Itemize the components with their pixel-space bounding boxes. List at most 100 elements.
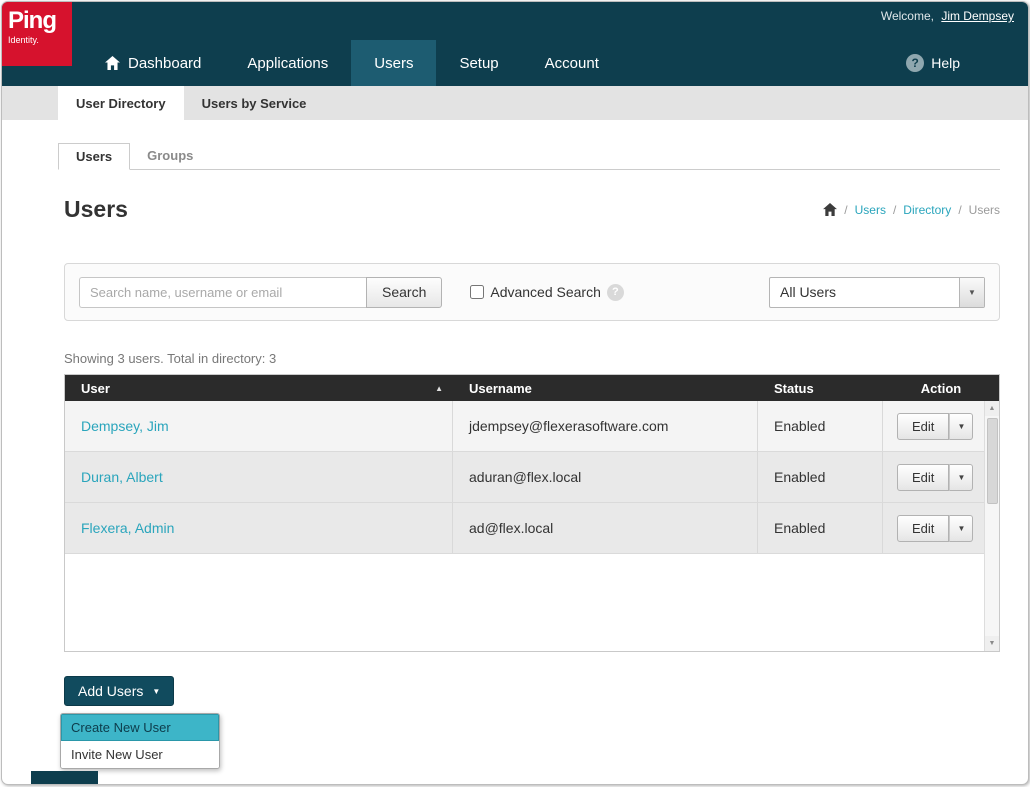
subtab-users-label: Users bbox=[76, 149, 112, 164]
column-header-username[interactable]: Username bbox=[453, 381, 758, 396]
edit-button-group: Edit ▼ bbox=[897, 515, 973, 542]
help-label: Help bbox=[931, 55, 960, 71]
breadcrumb-separator: / bbox=[893, 203, 896, 217]
username-cell: aduran@flex.local bbox=[453, 452, 758, 502]
action-cell: Edit ▼ bbox=[883, 452, 984, 502]
subtab-groups-label: Groups bbox=[147, 148, 193, 163]
action-cell: Edit ▼ bbox=[883, 401, 984, 451]
brand-name: Ping bbox=[8, 9, 66, 33]
advanced-search-label: Advanced Search bbox=[490, 284, 601, 300]
table-body: Dempsey, Jim jdempsey@flexerasoftware.co… bbox=[65, 401, 999, 651]
add-users-button[interactable]: Add Users ▼ bbox=[64, 676, 174, 706]
nav-dashboard[interactable]: Dashboard bbox=[82, 40, 224, 86]
tab-user-directory-label: User Directory bbox=[76, 96, 166, 111]
help-icon: ? bbox=[906, 54, 924, 72]
add-users-label: Add Users bbox=[78, 683, 143, 699]
user-scope-select[interactable]: All Users ▼ bbox=[769, 277, 985, 308]
primary-tab-bar: User Directory Users by Service bbox=[2, 86, 1028, 120]
table-row: Dempsey, Jim jdempsey@flexerasoftware.co… bbox=[65, 401, 984, 452]
status-cell: Enabled bbox=[758, 503, 883, 553]
users-table: User ▲ Username Status Action Dempsey, J… bbox=[64, 374, 1000, 652]
breadcrumb-separator: / bbox=[844, 203, 847, 217]
page-title: Users bbox=[64, 196, 128, 223]
edit-button-group: Edit ▼ bbox=[897, 413, 973, 440]
search-input[interactable] bbox=[79, 277, 366, 308]
secondary-tab-bar: Users Groups bbox=[58, 142, 1000, 170]
user-cell: Flexera, Admin bbox=[65, 503, 453, 553]
app-window: Ping Identity. Welcome, Jim Dempsey Dash… bbox=[1, 1, 1029, 785]
edit-button[interactable]: Edit bbox=[897, 464, 949, 491]
user-name-link[interactable]: Duran, Albert bbox=[81, 469, 163, 485]
search-button[interactable]: Search bbox=[366, 277, 442, 308]
nav-account[interactable]: Account bbox=[522, 40, 622, 86]
status-cell: Enabled bbox=[758, 401, 883, 451]
table-header-row: User ▲ Username Status Action bbox=[65, 375, 999, 401]
subtab-users[interactable]: Users bbox=[58, 143, 130, 170]
table-scrollbar[interactable]: ▲ ▼ bbox=[984, 401, 999, 651]
tab-users-by-service[interactable]: Users by Service bbox=[184, 86, 325, 120]
user-name-link[interactable]: Dempsey, Jim bbox=[81, 418, 169, 434]
help-button[interactable]: ? Help bbox=[906, 40, 960, 86]
search-panel: Search Advanced Search ? All Users ▼ bbox=[64, 263, 1000, 321]
column-header-user[interactable]: User ▲ bbox=[65, 381, 453, 396]
scrollbar-up-arrow[interactable]: ▲ bbox=[985, 401, 999, 416]
nav-setup[interactable]: Setup bbox=[436, 40, 521, 86]
column-header-user-label: User bbox=[81, 381, 110, 396]
add-users-area: Add Users ▼ Create New User Invite New U… bbox=[64, 676, 1000, 785]
current-user-link[interactable]: Jim Dempsey bbox=[941, 9, 1014, 23]
edit-button-group: Edit ▼ bbox=[897, 464, 973, 491]
nav-applications[interactable]: Applications bbox=[224, 40, 351, 86]
tab-user-directory[interactable]: User Directory bbox=[58, 86, 184, 120]
breadcrumb-current: Users bbox=[969, 203, 1000, 217]
brand-subtitle: Identity. bbox=[8, 35, 66, 45]
edit-button[interactable]: Edit bbox=[897, 413, 949, 440]
add-users-caret-icon: ▼ bbox=[152, 687, 160, 696]
column-header-action: Action bbox=[883, 381, 999, 396]
table-row: Duran, Albert aduran@flex.local Enabled … bbox=[65, 452, 984, 503]
table-row: Flexera, Admin ad@flex.local Enabled Edi… bbox=[65, 503, 984, 554]
results-summary: Showing 3 users. Total in directory: 3 bbox=[64, 351, 1000, 366]
nav-account-label: Account bbox=[545, 55, 599, 72]
ping-identity-logo[interactable]: Ping Identity. bbox=[2, 2, 72, 66]
action-cell: Edit ▼ bbox=[883, 503, 984, 553]
scrollbar-down-arrow[interactable]: ▼ bbox=[985, 636, 999, 651]
nav-users-label: Users bbox=[374, 55, 413, 72]
content-area: Users Groups Users / Users / Directory /… bbox=[2, 142, 1028, 785]
add-users-dropdown-menu: Create New User Invite New User bbox=[60, 713, 220, 769]
user-cell: Dempsey, Jim bbox=[65, 401, 453, 451]
home-icon bbox=[105, 56, 120, 70]
user-scope-value: All Users bbox=[780, 284, 836, 300]
user-name-link[interactable]: Flexera, Admin bbox=[81, 520, 174, 536]
advanced-search-option: Advanced Search ? bbox=[470, 284, 624, 301]
breadcrumb-home-icon[interactable] bbox=[823, 203, 837, 216]
username-cell: jdempsey@flexerasoftware.com bbox=[453, 401, 758, 451]
welcome-area: Welcome, Jim Dempsey bbox=[881, 9, 1014, 23]
page-header-row: Users / Users / Directory / Users bbox=[64, 196, 1000, 223]
user-cell: Duran, Albert bbox=[65, 452, 453, 502]
username-cell: ad@flex.local bbox=[453, 503, 758, 553]
welcome-label: Welcome, bbox=[881, 9, 934, 23]
menu-item-invite-new-user[interactable]: Invite New User bbox=[61, 741, 219, 768]
breadcrumb-separator: / bbox=[958, 203, 961, 217]
edit-dropdown-caret[interactable]: ▼ bbox=[949, 413, 973, 440]
breadcrumb-users-link[interactable]: Users bbox=[855, 203, 886, 217]
main-nav: Dashboard Applications Users Setup Accou… bbox=[82, 40, 622, 86]
edit-dropdown-caret[interactable]: ▼ bbox=[949, 464, 973, 491]
breadcrumb-directory-link[interactable]: Directory bbox=[903, 203, 951, 217]
select-caret-icon: ▼ bbox=[959, 278, 984, 307]
nav-users[interactable]: Users bbox=[351, 40, 436, 86]
breadcrumb: / Users / Directory / Users bbox=[823, 203, 1000, 217]
edit-dropdown-caret[interactable]: ▼ bbox=[949, 515, 973, 542]
column-header-status[interactable]: Status bbox=[758, 381, 883, 396]
subtab-groups[interactable]: Groups bbox=[130, 143, 210, 170]
nav-dashboard-label: Dashboard bbox=[128, 55, 201, 72]
nav-applications-label: Applications bbox=[247, 55, 328, 72]
scrollbar-thumb[interactable] bbox=[987, 418, 998, 504]
sort-ascending-icon[interactable]: ▲ bbox=[435, 384, 443, 393]
menu-item-create-new-user[interactable]: Create New User bbox=[61, 714, 219, 741]
advanced-search-help-icon[interactable]: ? bbox=[607, 284, 624, 301]
status-cell: Enabled bbox=[758, 452, 883, 502]
advanced-search-checkbox[interactable] bbox=[470, 285, 484, 299]
tab-users-by-service-label: Users by Service bbox=[202, 96, 307, 111]
edit-button[interactable]: Edit bbox=[897, 515, 949, 542]
